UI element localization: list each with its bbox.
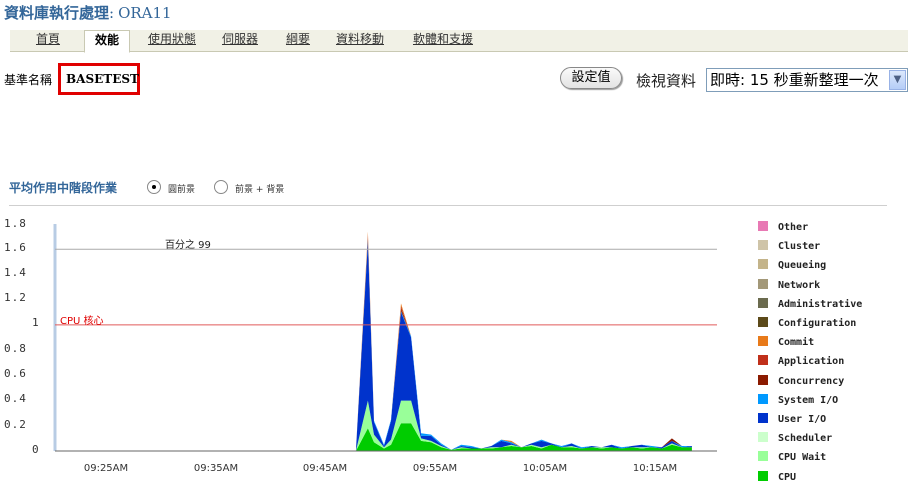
legend-item: Configuration bbox=[758, 317, 856, 331]
legend-label: Configuration bbox=[778, 318, 857, 329]
legend-item: Cluster bbox=[758, 240, 820, 254]
legend-label: System I/O bbox=[778, 394, 839, 406]
legend-label: Concurrency bbox=[778, 375, 845, 387]
cpu-cores-label: CPU 核心 bbox=[60, 316, 104, 327]
plot-area bbox=[55, 224, 717, 451]
legend-label: Queueing bbox=[778, 260, 827, 272]
legend-swatch bbox=[758, 240, 768, 251]
legend-item: Concurrency bbox=[758, 374, 845, 389]
legend-label: Commit bbox=[778, 337, 815, 349]
legend-item: Scheduler bbox=[758, 432, 832, 446]
legend-label: Cluster bbox=[778, 241, 821, 253]
legend-swatch bbox=[758, 278, 768, 289]
legend-item: Other bbox=[758, 221, 808, 235]
legend-swatch bbox=[758, 374, 768, 385]
legend-label: CPU bbox=[778, 471, 797, 483]
legend-item: CPU bbox=[758, 470, 797, 485]
legend-item: System I/O bbox=[758, 393, 839, 408]
legend-label: Administrative bbox=[778, 298, 863, 310]
legend-swatch bbox=[758, 336, 768, 347]
legend-swatch bbox=[758, 355, 768, 366]
legend-swatch bbox=[758, 221, 768, 231]
legend-label: Other bbox=[778, 222, 809, 233]
legend-swatch bbox=[758, 297, 768, 308]
legend-item: Queueing bbox=[758, 259, 826, 273]
legend-swatch bbox=[758, 317, 768, 327]
legend-item: User I/O bbox=[758, 413, 826, 427]
legend-item: Administrative bbox=[758, 297, 863, 312]
legend-item: CPU Wait bbox=[758, 451, 826, 465]
percentile-label: 百分之 99 bbox=[165, 240, 211, 251]
legend-swatch bbox=[758, 470, 768, 481]
legend-swatch bbox=[758, 432, 768, 443]
legend-item: Application bbox=[758, 355, 844, 369]
legend-swatch bbox=[758, 259, 768, 270]
legend-swatch bbox=[758, 393, 768, 404]
legend-label: Scheduler bbox=[778, 433, 833, 445]
legend-swatch bbox=[758, 413, 768, 423]
legend-label: CPU Wait bbox=[778, 452, 827, 464]
legend-label: User I/O bbox=[778, 414, 827, 425]
legend-label: Application bbox=[778, 356, 845, 368]
legend-label: Network bbox=[778, 279, 821, 291]
legend-item: Commit bbox=[758, 336, 814, 350]
legend-item: Network bbox=[758, 278, 821, 293]
legend-swatch bbox=[758, 451, 768, 462]
